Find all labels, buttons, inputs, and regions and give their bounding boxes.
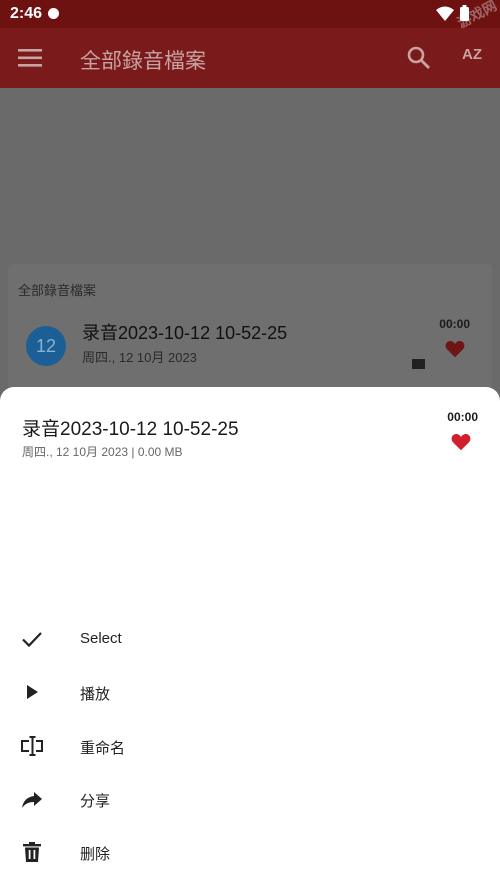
action-select[interactable]: Select	[0, 615, 500, 663]
action-delete[interactable]: 删除	[0, 828, 500, 876]
notification-dot-icon	[48, 8, 59, 19]
recording-title: 录音2023-10-12 10-52-25	[82, 323, 288, 343]
favorite-heart-icon[interactable]	[444, 338, 466, 360]
action-label: Select	[80, 630, 122, 647]
rename-icon	[21, 736, 43, 756]
check-icon	[22, 632, 42, 648]
avatar: 12	[26, 326, 66, 366]
share-icon	[22, 792, 42, 808]
recording-date: 周四., 12 10月 2023	[82, 350, 197, 365]
favorite-heart-icon[interactable]	[450, 431, 472, 453]
action-label: 删除	[80, 846, 111, 863]
delete-icon	[23, 842, 41, 862]
status-time: 2:46	[10, 5, 43, 22]
action-share[interactable]: 分享	[0, 775, 500, 823]
action-label: 重命名	[80, 740, 126, 757]
menu-icon[interactable]	[18, 47, 44, 69]
sheet-subtitle: 周四., 12 10月 2023 | 0.00 MB	[22, 445, 183, 459]
app-bar: 全部錄音檔案 AZ	[0, 28, 500, 88]
bottom-sheet: 录音2023-10-12 10-52-25 周四., 12 10月 2023 |…	[0, 387, 500, 887]
sheet-title: 录音2023-10-12 10-52-25	[22, 419, 239, 440]
file-type-badge-icon	[412, 359, 425, 369]
card-header: 全部錄音檔案	[18, 283, 97, 298]
action-play[interactable]: 播放	[0, 668, 500, 716]
action-label: 分享	[80, 793, 111, 810]
sheet-duration: 00:00	[447, 410, 478, 424]
action-rename[interactable]: 重命名	[0, 722, 500, 770]
search-icon[interactable]	[404, 43, 434, 73]
status-bar: 2:46 游戏网	[0, 0, 500, 31]
app-title: 全部錄音檔案	[80, 50, 206, 73]
action-label: 播放	[80, 686, 111, 703]
play-icon	[27, 685, 38, 699]
recording-duration: 00:00	[439, 317, 470, 331]
sort-az-icon[interactable]: AZ	[462, 46, 482, 63]
